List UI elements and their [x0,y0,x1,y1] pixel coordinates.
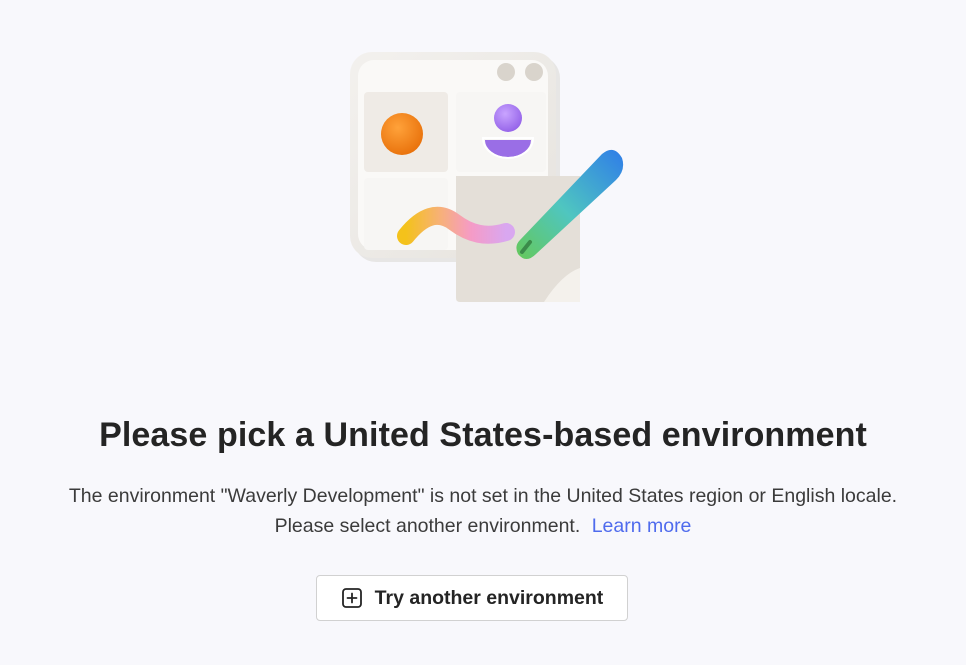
message-line-2-text: Please select another environment. [274,515,581,537]
button-label: Try another environment [374,586,604,609]
message-line-1: The environment "Waverly Development" is… [68,485,898,507]
try-another-environment-button[interactable]: Try another environment [316,575,628,621]
message-line-2: Please select another environment. Learn… [0,511,966,541]
app-illustration [330,40,640,320]
learn-more-link[interactable]: Learn more [592,515,692,537]
add-square-icon [341,587,363,609]
page-title: Please pick a United States-based enviro… [99,416,867,454]
error-message: The environment "Waverly Development" is… [0,481,966,541]
